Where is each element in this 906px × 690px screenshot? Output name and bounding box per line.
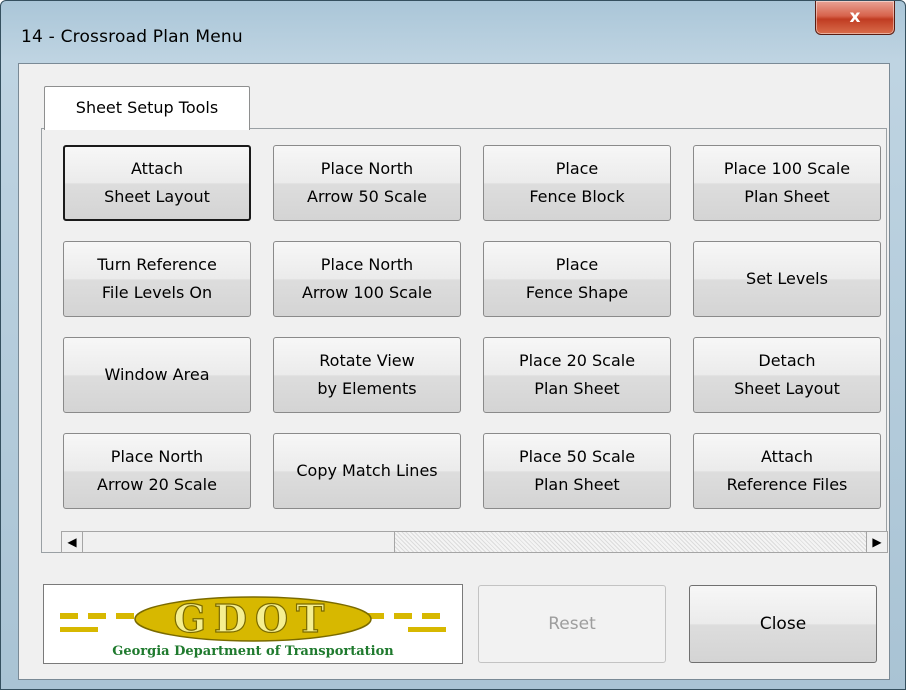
close-button[interactable]: Close <box>689 585 877 663</box>
logo-caption: Georgia Department of Transportation <box>112 644 394 659</box>
place-north-arrow-50-scale-button[interactable]: Place North Arrow 50 Scale <box>273 145 461 221</box>
place-north-arrow-20-scale-button[interactable]: Place North Arrow 20 Scale <box>63 433 251 509</box>
title-bar[interactable]: 14 - Crossroad Plan Menu x <box>1 1 905 63</box>
logo-text: GDOT <box>174 596 333 641</box>
place-north-arrow-100-scale-button[interactable]: Place North Arrow 100 Scale <box>273 241 461 317</box>
tab-page: Attach Sheet Layout Place North Arrow 50… <box>41 128 888 553</box>
dialog-client-area: Sheet Setup Tools Attach Sheet Layout Pl… <box>18 63 890 680</box>
window-area-button[interactable]: Window Area <box>63 337 251 413</box>
window-title: 14 - Crossroad Plan Menu <box>21 27 243 47</box>
place-20-scale-plan-sheet-button[interactable]: Place 20 Scale Plan Sheet <box>483 337 671 413</box>
reset-button[interactable]: Reset <box>478 585 666 663</box>
detach-sheet-layout-button[interactable]: Detach Sheet Layout <box>693 337 881 413</box>
scrollbar-thumb[interactable] <box>83 532 395 552</box>
attach-sheet-layout-button[interactable]: Attach Sheet Layout <box>63 145 251 221</box>
horizontal-scrollbar[interactable]: ◀ ▶ <box>61 531 888 553</box>
place-100-scale-plan-sheet-button[interactable]: Place 100 Scale Plan Sheet <box>693 145 881 221</box>
gdot-logo: GDOT Georgia Department of Transportatio… <box>43 584 463 664</box>
scroll-left-arrow-icon[interactable]: ◀ <box>62 532 83 552</box>
turn-reference-file-levels-on-button[interactable]: Turn Reference File Levels On <box>63 241 251 317</box>
window-close-button[interactable]: x <box>815 1 895 35</box>
attach-reference-files-button[interactable]: Attach Reference Files <box>693 433 881 509</box>
dialog-window: 14 - Crossroad Plan Menu x Sheet Setup T… <box>0 0 906 690</box>
set-levels-button[interactable]: Set Levels <box>693 241 881 317</box>
tab-sheet-setup-tools[interactable]: Sheet Setup Tools <box>44 86 250 130</box>
place-fence-shape-button[interactable]: Place Fence Shape <box>483 241 671 317</box>
place-fence-block-button[interactable]: Place Fence Block <box>483 145 671 221</box>
copy-match-lines-button[interactable]: Copy Match Lines <box>273 433 461 509</box>
gdot-logo-graphic: GDOT Georgia Department of Transportatio… <box>60 595 446 659</box>
place-50-scale-plan-sheet-button[interactable]: Place 50 Scale Plan Sheet <box>483 433 671 509</box>
rotate-view-by-elements-button[interactable]: Rotate View by Elements <box>273 337 461 413</box>
close-icon: x <box>849 7 861 27</box>
scroll-right-arrow-icon[interactable]: ▶ <box>866 532 887 552</box>
